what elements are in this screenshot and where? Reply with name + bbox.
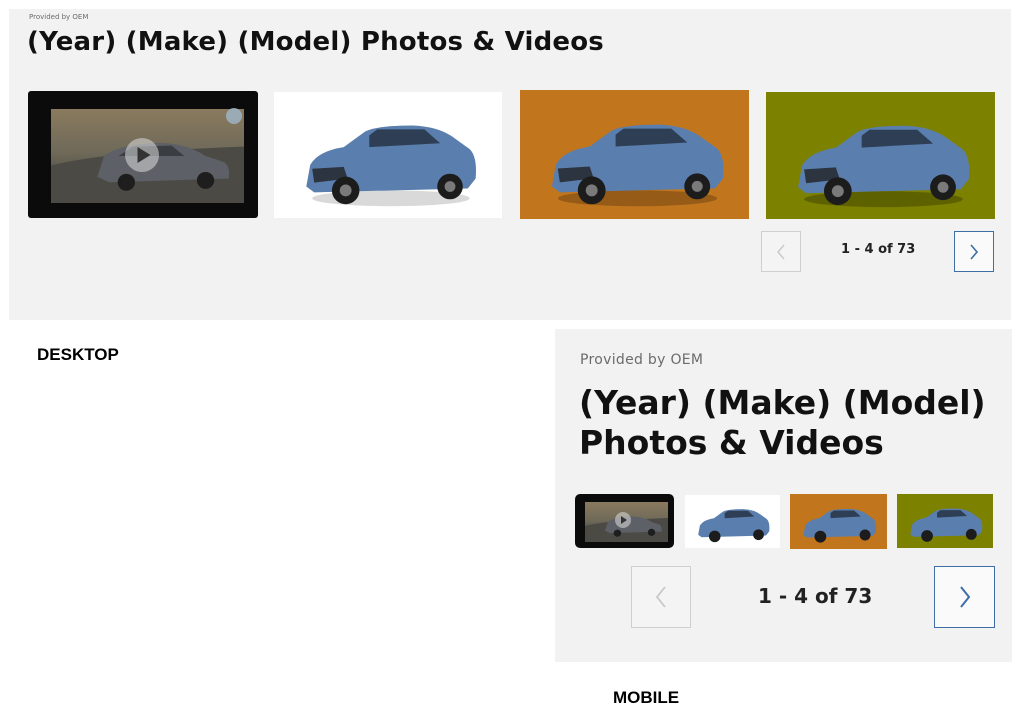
mobile-label: MOBILE bbox=[613, 688, 680, 707]
mobile-gallery-panel: Provided by OEM (Year) (Make) (Model) Ph… bbox=[555, 329, 1012, 662]
chevron-left-icon bbox=[777, 244, 785, 259]
photo-thumbnail[interactable] bbox=[766, 92, 995, 219]
chevron-right-icon bbox=[970, 243, 979, 260]
car-image bbox=[698, 509, 770, 543]
previous-button[interactable] bbox=[761, 231, 801, 272]
gallery-title: (Year) (Make) (Model) Photos & Videos bbox=[579, 383, 986, 462]
provided-by-label: Provided by OEM bbox=[580, 352, 704, 368]
pagination-count: 1 - 4 of 73 bbox=[758, 584, 873, 608]
video-thumbnail[interactable] bbox=[575, 494, 674, 548]
photo-thumbnail[interactable] bbox=[685, 495, 780, 548]
car-image bbox=[798, 125, 970, 208]
provided-by-label: Provided by OEM bbox=[29, 13, 89, 21]
photo-thumbnail[interactable] bbox=[520, 90, 749, 219]
desktop-label: DESKTOP bbox=[37, 345, 119, 364]
play-icon[interactable] bbox=[615, 512, 631, 528]
pagination-count: 1 - 4 of 73 bbox=[841, 242, 916, 257]
car-image bbox=[551, 124, 724, 207]
oem-logo-badge bbox=[226, 108, 242, 124]
play-icon[interactable] bbox=[125, 138, 159, 172]
photo-thumbnail[interactable] bbox=[274, 92, 502, 218]
previous-button[interactable] bbox=[631, 566, 691, 628]
car-image bbox=[803, 508, 877, 543]
car-image bbox=[306, 125, 477, 207]
chevron-left-icon bbox=[655, 586, 666, 608]
chevron-right-icon bbox=[959, 586, 970, 608]
video-thumbnail[interactable] bbox=[28, 91, 258, 218]
photo-thumbnail[interactable] bbox=[897, 494, 993, 548]
desktop-gallery-panel: Provided by OEM (Year) (Make) (Model) Ph… bbox=[9, 9, 1011, 320]
gallery-title: (Year) (Make) (Model) Photos & Videos bbox=[27, 27, 604, 57]
next-button[interactable] bbox=[954, 231, 994, 272]
car-image bbox=[910, 508, 983, 542]
next-button[interactable] bbox=[934, 566, 995, 628]
photo-thumbnail[interactable] bbox=[790, 494, 887, 549]
